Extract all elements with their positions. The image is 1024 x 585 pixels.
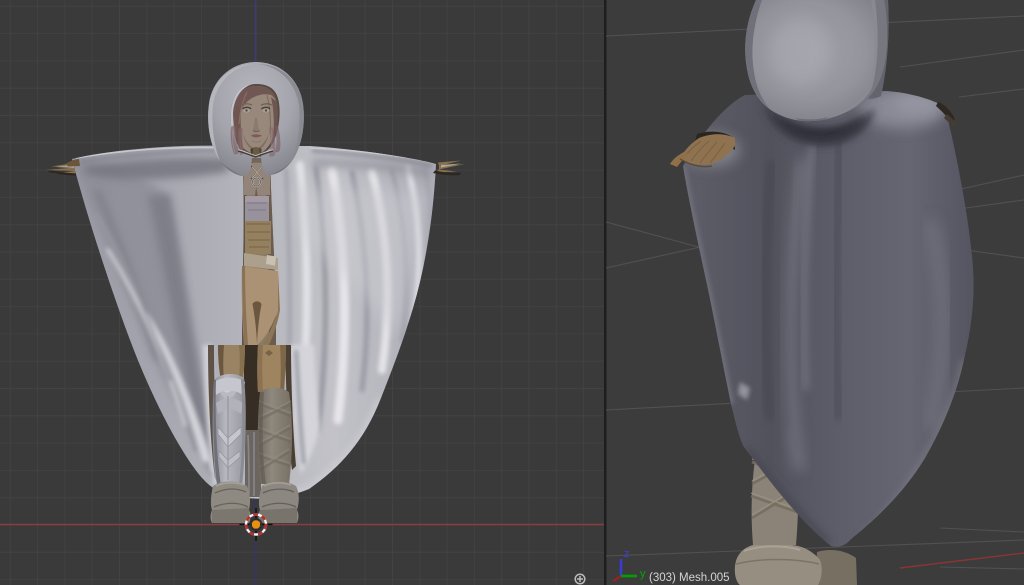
svg-text:(303) Mesh.005: (303) Mesh.005 — [649, 572, 730, 584]
svg-text:z: z — [624, 548, 630, 560]
svg-text:y: y — [640, 568, 646, 580]
